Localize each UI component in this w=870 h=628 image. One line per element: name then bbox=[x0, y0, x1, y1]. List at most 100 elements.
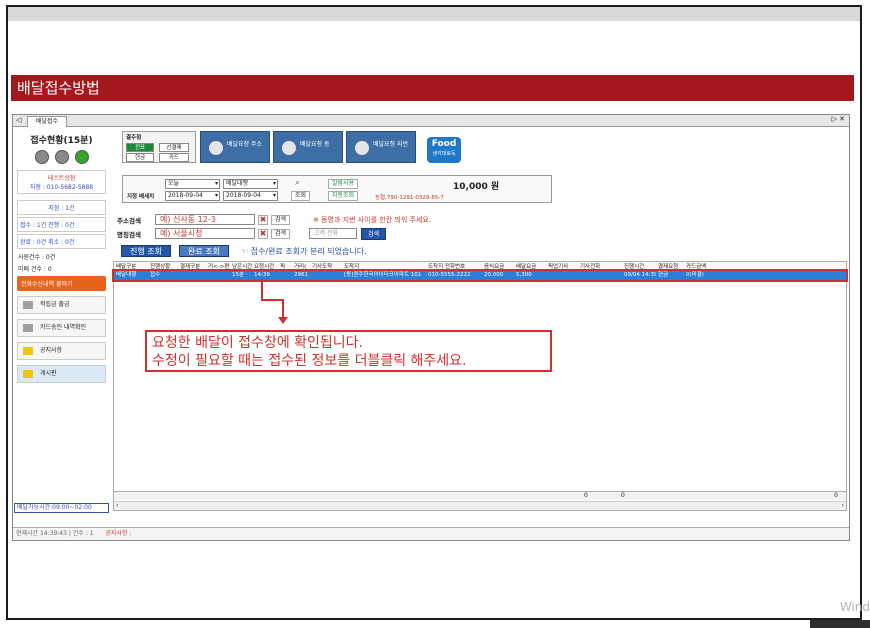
tab-strip: ◁ 배달접수 ▷ ✕ bbox=[13, 115, 849, 127]
call-history-button[interactable]: 전화수신내역 불러기 bbox=[17, 276, 106, 291]
request-by-lot-button[interactable]: 배달요청 지번 bbox=[346, 131, 416, 163]
sidebar-item-label: 게시판 bbox=[40, 370, 57, 377]
board-icon bbox=[23, 370, 33, 378]
grid-column-header[interactable]: 배달요금 bbox=[514, 262, 546, 270]
delivery-app-window: ◁ 배달접수 ▷ ✕ 접수현황(15분) 테스트상점 지점 : 010-5682… bbox=[12, 114, 850, 541]
rider-icon bbox=[209, 141, 223, 155]
grid-column-header[interactable]: 결제요청 bbox=[656, 262, 684, 270]
gray-light-icon bbox=[34, 150, 49, 164]
pin-icon bbox=[355, 141, 369, 155]
location-icon bbox=[282, 141, 296, 155]
progress-view-button[interactable]: 진행 조회 bbox=[121, 245, 171, 257]
sidebar-item-board[interactable]: 게시판 bbox=[17, 365, 106, 383]
grid-cell: 배달대행 bbox=[116, 272, 137, 278]
address-search-button[interactable]: 검색 bbox=[271, 215, 291, 225]
grid-column-header[interactable]: 진행상황 bbox=[148, 262, 178, 270]
grid-column-header[interactable]: 음식요금 bbox=[482, 262, 514, 270]
chip-prepaid[interactable]: 선결제 bbox=[159, 143, 189, 152]
grid-column-header[interactable]: 요청시간 bbox=[252, 262, 278, 270]
store-name: 테스트상점 bbox=[47, 175, 76, 182]
grid-column-header[interactable]: 남은시간 bbox=[230, 262, 252, 270]
callout-line-1: 요청한 배달이 접수창에 확인됩니다. bbox=[152, 335, 363, 351]
chip-slip[interactable]: 전표 bbox=[126, 143, 154, 152]
done-view-button[interactable]: 완료 조회 bbox=[179, 245, 229, 257]
callout-connector bbox=[261, 279, 263, 301]
request-by-dong-button[interactable]: 배달요청 동 bbox=[273, 131, 343, 163]
button-label: 배달요청 동 bbox=[300, 141, 330, 148]
grid-column-header[interactable]: 진행시간 bbox=[622, 262, 656, 270]
grid-cell bbox=[578, 271, 622, 280]
grid-cell: 010-5555-2222 bbox=[428, 272, 471, 278]
chip-card[interactable]: 카드 bbox=[159, 153, 189, 162]
sidebar-item-label: 카드승인 내역확인 bbox=[40, 324, 87, 331]
customer-search-button[interactable]: 검색 bbox=[361, 228, 387, 240]
sidebar-item-label: 공지사항 bbox=[40, 347, 63, 354]
tab-nav-left-icon[interactable]: ◁ bbox=[16, 116, 21, 124]
os-watermark: Wind bbox=[839, 600, 870, 614]
grid-column-header[interactable]: 도착지 전화번호 bbox=[426, 262, 482, 270]
name-search-input[interactable]: 예) 서울시청 bbox=[155, 228, 255, 239]
sidebar-item-points-withdraw[interactable]: 적립금 출금 bbox=[17, 296, 106, 314]
search-button[interactable]: 조회 bbox=[291, 191, 311, 201]
date-from[interactable]: 2018-09-04 bbox=[165, 191, 220, 201]
tab-delivery-intake[interactable]: 배달접수 bbox=[27, 116, 68, 127]
date-to[interactable]: 2018-09-04 bbox=[223, 191, 278, 201]
intake-status-title: 접수현황(15분) bbox=[30, 136, 93, 146]
footer-total-a: 0 bbox=[584, 492, 588, 499]
name-search-button[interactable]: 검색 bbox=[271, 229, 291, 239]
wallet-icon bbox=[23, 301, 33, 309]
stats-row-1: 접수 : 1건 전행 : 0건 bbox=[17, 217, 106, 232]
scroll-left-icon[interactable]: ‹ bbox=[116, 502, 118, 509]
status-lights bbox=[14, 150, 109, 164]
grid-footer: 0 0 0 bbox=[114, 491, 846, 500]
grid-column-header[interactable]: 결제구분 bbox=[178, 262, 206, 270]
grid-column-header[interactable]: 거리( bbox=[292, 262, 310, 270]
left-label: 지정 배세치 bbox=[127, 194, 155, 200]
grid-cell: 5,300 bbox=[516, 272, 532, 278]
grid-cell: [동]원주한국아이티크아파트 101 bbox=[344, 272, 422, 278]
grid-column-header[interactable]: 픽업기사 bbox=[546, 262, 578, 270]
filter-row: 지정 배세치 오늘 배달대행 2018-09-04 2018-09-04 조회 … bbox=[122, 175, 552, 203]
request-by-address-button[interactable]: 배달요청 주소 bbox=[200, 131, 270, 163]
sidebar-item-notice[interactable]: 공지사항 bbox=[17, 342, 106, 360]
today-count: 미배 건수 : 0 bbox=[18, 266, 52, 273]
grid-column-header[interactable]: 배달구분 bbox=[114, 262, 148, 270]
grid-cell: 접수 bbox=[150, 272, 161, 278]
status-bar: 현재시간 14:39:43 | 건수 : 1 공지사항 : bbox=[13, 527, 849, 540]
grid-column-header[interactable]: 기사도착 bbox=[310, 262, 342, 270]
grid-column-header[interactable]: 카드금액 bbox=[684, 262, 714, 270]
address-search-input[interactable]: 예) 신사동 12-3 bbox=[155, 214, 255, 225]
auto-query-checkbox[interactable]: 자동조회 bbox=[328, 191, 359, 201]
alarm-checkbox[interactable]: 알람사용 bbox=[328, 179, 359, 189]
clear-address-icon[interactable]: ✖ bbox=[258, 215, 268, 225]
food-logo-text: Food bbox=[431, 139, 457, 149]
grid-column-header[interactable]: 거<->편 bbox=[206, 262, 230, 270]
clear-name-icon[interactable]: ✖ bbox=[258, 229, 268, 239]
instruction-callout: 요청한 배달이 접수창에 확인됩니다. 수정이 필요할 때는 접수된 정보를 더… bbox=[145, 330, 552, 372]
store-info: 테스트상점 지점 : 010-5682-5888 bbox=[17, 170, 106, 194]
customer-phone-input[interactable]: 고객 전화 bbox=[309, 228, 357, 239]
food-app-logo[interactable]: Food 생각대로독 bbox=[427, 137, 461, 163]
delivery-hours: 배달가능시간:09:00~02:00 bbox=[14, 503, 109, 513]
grid-column-header[interactable]: 도착지 bbox=[342, 262, 426, 270]
chip-cash[interactable]: 현금 bbox=[126, 153, 154, 162]
card-icon bbox=[23, 324, 33, 332]
grid-cell bbox=[206, 271, 230, 280]
horizontal-scrollbar[interactable]: ‹ › bbox=[114, 501, 846, 510]
store-phone: 지점 : 010-5682-5888 bbox=[29, 184, 94, 191]
magnifier-icon: ⌕ bbox=[295, 178, 301, 188]
sidebar-item-card-approval[interactable]: 카드승인 내역확인 bbox=[17, 319, 106, 337]
tab-nav-right-close-icon[interactable]: ▷ ✕ bbox=[832, 115, 845, 123]
grid-column-header[interactable]: 기사전화 bbox=[578, 262, 622, 270]
grid-column-header[interactable]: 픽 bbox=[278, 262, 292, 270]
current-time-status: 현재시간 14:39:43 | 건수 : 1 bbox=[16, 530, 94, 537]
type-select[interactable]: 배달대행 bbox=[223, 179, 278, 189]
grid-cell: 14:39 bbox=[254, 272, 270, 278]
stats-row-2: 완료 : 0건 취소 : 0건 bbox=[17, 234, 106, 249]
table-row[interactable]: 배달대행 접수 15분 14:39 2961 [동]원주한국아이티크아파트 101 010-… bbox=[112, 269, 848, 282]
grid-cell: 현금 bbox=[658, 272, 669, 278]
taskbar-corner bbox=[810, 620, 870, 628]
callout-connector bbox=[261, 299, 284, 301]
period-select[interactable]: 오늘 bbox=[165, 179, 220, 189]
scroll-right-icon[interactable]: › bbox=[842, 502, 844, 509]
